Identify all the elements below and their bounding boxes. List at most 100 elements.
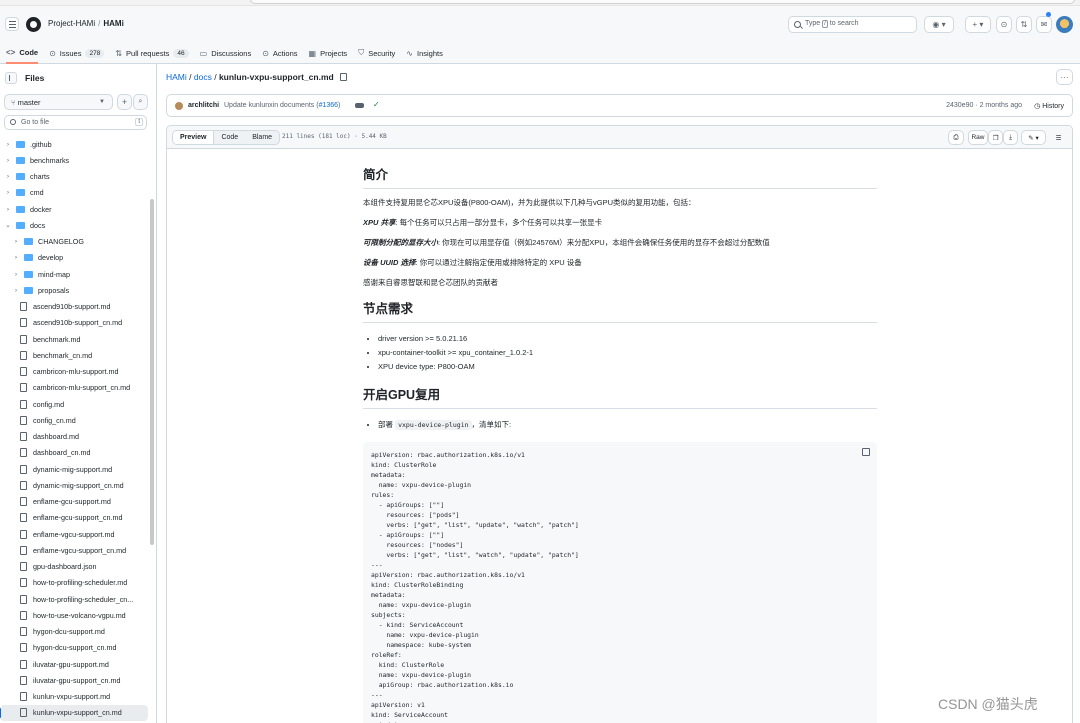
tab-projects[interactable]: ▦ Projects bbox=[309, 42, 348, 64]
chevron-right-icon[interactable]: › bbox=[12, 287, 20, 294]
tree-file-item[interactable]: gpu-dashboard.json bbox=[0, 559, 148, 575]
github-logo-icon[interactable] bbox=[26, 17, 41, 32]
tree-file-item[interactable]: kunlun-vxpu-support_cn.md bbox=[0, 704, 148, 721]
sidebar-scrollbar[interactable] bbox=[150, 199, 154, 545]
copy-code-icon[interactable] bbox=[862, 448, 870, 456]
tree-file-item[interactable]: enflame-gcu-support_cn.md bbox=[0, 510, 148, 526]
tree-file-item[interactable]: hygon-dcu-support.md bbox=[0, 624, 148, 640]
tree-file-item[interactable]: ascend910b-support_cn.md bbox=[0, 315, 148, 331]
tree-file-item[interactable]: enflame-gcu-support.md bbox=[0, 494, 148, 510]
tree-folder-item[interactable]: › .github bbox=[0, 136, 148, 152]
copy-path-icon[interactable] bbox=[339, 73, 347, 81]
commit-hash-time[interactable]: 2430e90 · 2 months ago bbox=[946, 102, 1022, 109]
tab-blame[interactable]: Blame bbox=[245, 131, 279, 144]
tree-folder-item[interactable]: › docker bbox=[0, 201, 148, 217]
tree-file-item[interactable]: cambricon-mlu-support.md bbox=[0, 364, 148, 380]
tree-item-label: benchmarks bbox=[30, 155, 70, 165]
tree-file-item[interactable]: how-to-profiling-scheduler.md bbox=[0, 575, 148, 591]
tree-file-item[interactable]: iluvatar-gpu-support.md bbox=[0, 656, 148, 672]
tree-file-item[interactable]: hygon-dcu-support_cn.md bbox=[0, 640, 148, 656]
tree-folder-item[interactable]: › benchmarks bbox=[0, 152, 148, 168]
tree-file-item[interactable]: iluvatar-gpu-support_cn.md bbox=[0, 672, 148, 688]
tree-folder-item[interactable]: › develop bbox=[0, 250, 148, 266]
breadcrumb-dir-link[interactable]: docs bbox=[194, 72, 212, 82]
tree-item-label: cmd bbox=[30, 188, 44, 198]
tree-folder-item[interactable]: › CHANGELOG bbox=[0, 234, 148, 250]
create-new-button[interactable]: + ▾ bbox=[965, 16, 991, 33]
tab-insights[interactable]: ∿ Insights bbox=[406, 42, 443, 64]
tree-file-item[interactable]: benchmark.md bbox=[0, 331, 148, 347]
tab-discussions[interactable]: ▭ Discussions bbox=[200, 42, 252, 64]
list-item: driver version >= 5.0.21.16 bbox=[378, 332, 877, 346]
copy-raw-button[interactable]: ❐ bbox=[988, 130, 1003, 145]
download-button[interactable]: ⤓ bbox=[1003, 130, 1018, 145]
tree-item-label: enflame-vgcu-support.md bbox=[33, 529, 115, 539]
tree-file-item[interactable]: how-to-profiling-scheduler_cn... bbox=[0, 591, 148, 607]
tree-file-item[interactable]: benchmark_cn.md bbox=[0, 347, 148, 363]
commit-author[interactable]: archlitchi bbox=[188, 102, 219, 109]
tree-file-item[interactable]: config_cn.md bbox=[0, 412, 148, 428]
history-button[interactable]: ◷ History bbox=[1034, 102, 1064, 110]
commit-message[interactable]: Update kunlunxin documents (#1366) bbox=[224, 102, 340, 109]
tab-preview[interactable]: Preview bbox=[173, 131, 215, 144]
tree-folder-item[interactable]: › mind-map bbox=[0, 266, 148, 282]
tree-folder-item[interactable]: › cmd bbox=[0, 185, 148, 201]
chevron-down-icon[interactable]: ⌄ bbox=[4, 221, 12, 229]
tree-file-item[interactable]: enflame-vgcu-support_cn.md bbox=[0, 542, 148, 558]
user-avatar[interactable] bbox=[1056, 16, 1073, 33]
tree-file-item[interactable]: cambricon-mlu-support_cn.md bbox=[0, 380, 148, 396]
owner-link[interactable]: Project-HAMi bbox=[48, 19, 95, 28]
expand-commit-icon[interactable] bbox=[355, 103, 364, 108]
issues-button[interactable]: ⊙ bbox=[996, 16, 1012, 33]
chevron-right-icon[interactable]: › bbox=[12, 238, 20, 245]
tree-file-item[interactable]: dynamic-mig-support_cn.md bbox=[0, 477, 148, 493]
tree-file-item[interactable]: kunlun-vxpu-support.md bbox=[0, 689, 148, 705]
check-icon[interactable]: ✓ bbox=[373, 100, 380, 109]
tree-file-item[interactable]: config.md bbox=[0, 396, 148, 412]
tab-pull-requests[interactable]: ⇅ Pull requests 46 bbox=[115, 42, 189, 64]
tree-file-item[interactable]: ascend910b-support.md bbox=[0, 299, 148, 315]
print-button[interactable]: ⎙ bbox=[948, 130, 964, 145]
more-options-button[interactable]: ··· bbox=[1056, 69, 1073, 85]
tree-file-item[interactable]: dashboard.md bbox=[0, 429, 148, 445]
chevron-right-icon[interactable]: › bbox=[4, 157, 12, 164]
pull-requests-button[interactable]: ⇅ bbox=[1016, 16, 1032, 33]
chevron-right-icon[interactable]: › bbox=[4, 141, 12, 148]
tree-file-item[interactable]: how-to-use-volcano-vgpu.md bbox=[0, 607, 148, 623]
tree-folder-item[interactable]: › proposals bbox=[0, 282, 148, 298]
address-bar[interactable] bbox=[250, 0, 1075, 4]
notifications-button[interactable]: ✉ bbox=[1036, 16, 1052, 33]
chevron-right-icon[interactable]: › bbox=[4, 189, 12, 196]
author-avatar[interactable] bbox=[175, 102, 183, 110]
collapse-sidebar-icon[interactable] bbox=[5, 72, 17, 84]
tree-file-item[interactable]: enflame-vgcu-support.md bbox=[0, 526, 148, 542]
search-input[interactable]: Type / to search bbox=[788, 16, 917, 33]
search-files-button[interactable]: ⌕ bbox=[133, 94, 148, 110]
tab-security[interactable]: ⛉ Security bbox=[358, 42, 395, 64]
outline-button[interactable]: ☰ bbox=[1051, 130, 1066, 145]
tree-file-item[interactable]: dashboard_cn.md bbox=[0, 445, 148, 461]
tab-actions[interactable]: ⊙ Actions bbox=[262, 42, 297, 64]
chevron-right-icon[interactable]: › bbox=[4, 173, 12, 180]
chevron-right-icon[interactable]: › bbox=[4, 206, 12, 213]
chevron-right-icon[interactable]: › bbox=[12, 254, 20, 261]
folder-open-icon bbox=[16, 221, 25, 229]
copilot-button[interactable]: ◉ ▾ bbox=[924, 16, 954, 33]
menu-button[interactable] bbox=[5, 17, 19, 31]
go-to-file-input[interactable]: Go to file t bbox=[4, 115, 147, 130]
chevron-right-icon[interactable]: › bbox=[12, 271, 20, 278]
tab-issues[interactable]: ⊙ Issues 278 bbox=[49, 42, 105, 64]
tree-folder-item[interactable]: › charts bbox=[0, 169, 148, 185]
tree-item-label: dynamic-mig-support.md bbox=[33, 464, 113, 474]
branch-selector[interactable]: ⑂ master ▼ bbox=[4, 94, 113, 110]
commit-pr-link[interactable]: #1366 bbox=[319, 102, 338, 109]
tree-folder-item[interactable]: ⌄ docs bbox=[0, 217, 148, 233]
breadcrumb-root-link[interactable]: HAMi bbox=[166, 72, 187, 82]
raw-button[interactable]: Raw bbox=[968, 130, 988, 145]
add-file-button[interactable]: + bbox=[117, 94, 132, 110]
repo-link[interactable]: HAMi bbox=[103, 19, 123, 28]
tree-file-item[interactable]: dynamic-mig-support.md bbox=[0, 461, 148, 477]
edit-button[interactable]: ✎ ▾ bbox=[1021, 130, 1046, 145]
tab-code[interactable]: Code bbox=[214, 131, 245, 144]
tab-code[interactable]: <> Code bbox=[6, 42, 39, 64]
